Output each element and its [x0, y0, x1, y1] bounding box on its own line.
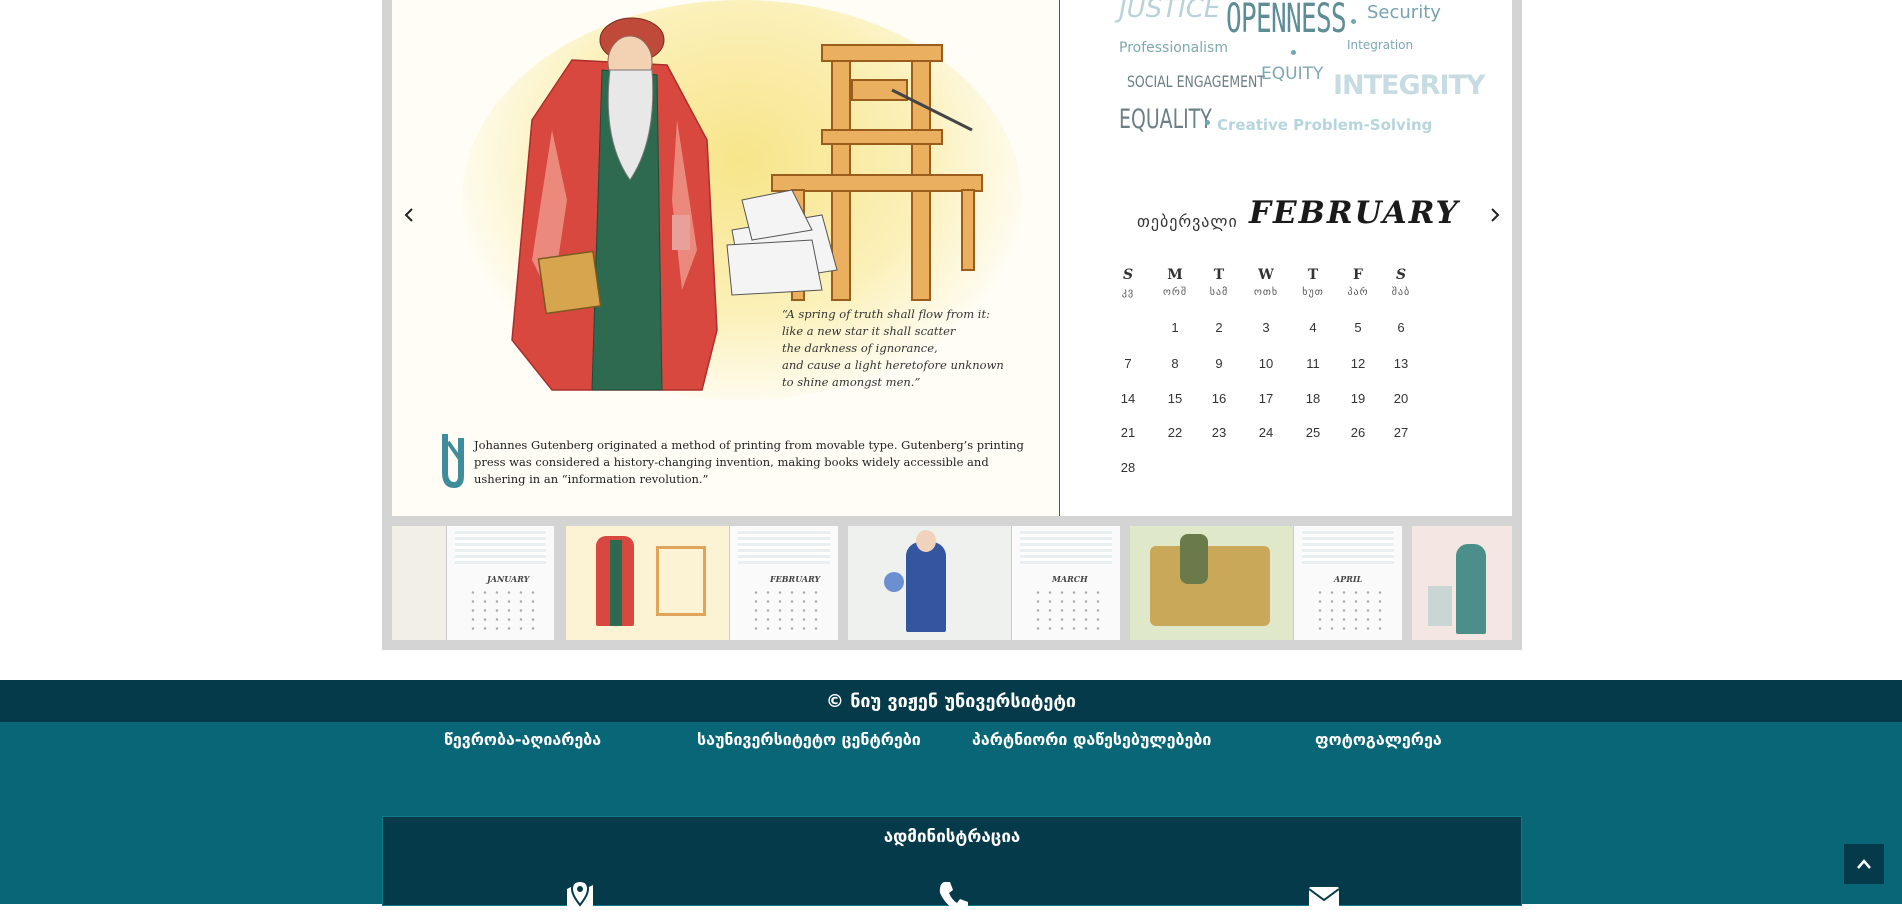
- calendar-day: 9: [1215, 356, 1223, 371]
- footer-link-partner-institutions[interactable]: პარტნიორი დაწესებულებები: [972, 730, 1211, 749]
- cloud-dot: [1291, 50, 1296, 55]
- weekday-header-georgian: ხუთ: [1302, 287, 1324, 298]
- university-logo-icon: [442, 434, 464, 488]
- back-to-top-button[interactable]: [1844, 844, 1884, 884]
- calendar-day: 4: [1309, 320, 1317, 335]
- thumbnail-month-label: JANUARY: [487, 574, 530, 584]
- thumbnail-april[interactable]: APRIL: [1130, 526, 1402, 640]
- calendar-day: 5: [1354, 320, 1362, 335]
- word-security: Security: [1367, 2, 1441, 23]
- word-social-engagement: SOCIAL ENGAGEMENT: [1127, 72, 1265, 91]
- weekday-header-georgian: კვ: [1121, 287, 1135, 298]
- thumbnail-month-label: APRIL: [1334, 574, 1363, 584]
- footer-link-university-centers[interactable]: საუნივერსიტეტო ცენტრები: [697, 730, 921, 749]
- calendar-day: 28: [1120, 460, 1136, 475]
- weekday-header: S: [1122, 267, 1134, 283]
- calendar-day: 3: [1262, 320, 1270, 335]
- copyright-bar: © ნიუ ვიჟენ უნივერსიტეტი: [0, 680, 1902, 722]
- phone-icon[interactable]: [936, 879, 970, 913]
- thumbnail-month-label: FEBRUARY: [770, 574, 821, 584]
- calendar-day: 27: [1393, 425, 1409, 440]
- calendar-day: 15: [1167, 391, 1183, 406]
- weekday-header-georgian: სამ: [1209, 287, 1229, 298]
- calendar-day: 2: [1215, 320, 1223, 335]
- thumbnail-strip: JANUARY FEBRUARY MARCH APRIL: [392, 526, 1512, 640]
- administration-title: ადმინისტრაცია: [883, 827, 1021, 847]
- calendar-day: 6: [1397, 320, 1405, 335]
- calendar-day: 19: [1350, 391, 1366, 406]
- weekday-header: F: [1353, 267, 1363, 283]
- calendar-day: 14: [1120, 391, 1136, 406]
- administration-section: ადმინისტრაცია: [382, 816, 1522, 913]
- slide-caption: Johannes Gutenberg originated a method o…: [474, 438, 1024, 486]
- weekday-header: S: [1395, 267, 1407, 283]
- gallery-slide: “A spring of truth shall flow from it: l…: [392, 0, 1512, 516]
- footer-link-photo-gallery[interactable]: ფოტოგალერეა: [1315, 730, 1442, 749]
- chevron-left-icon: [404, 208, 413, 222]
- calendar-day: 11: [1306, 356, 1320, 371]
- weekday-header: T: [1307, 267, 1319, 283]
- word-justice: JUSTICE: [1119, 0, 1221, 24]
- word-integration: Integration: [1347, 38, 1414, 52]
- calendar-gallery: “A spring of truth shall flow from it: l…: [382, 0, 1522, 650]
- calendar-day: 7: [1124, 356, 1132, 371]
- calendar-day: 1: [1171, 320, 1179, 335]
- month-name-english: FEBRUARY: [1249, 195, 1460, 231]
- map-marker-icon[interactable]: [563, 879, 597, 913]
- word-equity: EQUITY: [1261, 64, 1324, 84]
- chevron-right-icon: [1491, 208, 1500, 222]
- calendar-day: 22: [1167, 425, 1183, 440]
- calendar-day: 12: [1350, 356, 1366, 371]
- calendar-day: 20: [1393, 391, 1409, 406]
- chevron-up-icon: [1857, 859, 1871, 869]
- word-equality: EQUALITY: [1119, 104, 1212, 135]
- calendar-day: 18: [1305, 391, 1321, 406]
- weekday-header: M: [1167, 267, 1183, 283]
- month-name-georgian: თებერვალი: [1137, 212, 1238, 231]
- thumbnail-february[interactable]: FEBRUARY: [566, 526, 838, 640]
- weekday-header: T: [1213, 267, 1225, 283]
- thumbnail-may[interactable]: [1412, 526, 1512, 640]
- calendar-day: 10: [1258, 356, 1274, 371]
- calendar-day: 24: [1258, 425, 1274, 440]
- cloud-dot: [1351, 19, 1356, 24]
- slide-illustration-page: “A spring of truth shall flow from it: l…: [392, 0, 1060, 516]
- weekday-header-georgian: ოთხ: [1253, 287, 1279, 298]
- calendar-day: 26: [1350, 425, 1366, 440]
- calendar-day: 25: [1305, 425, 1321, 440]
- calendar-day: 8: [1171, 356, 1179, 371]
- calendar-day: 17: [1258, 391, 1274, 406]
- envelope-icon[interactable]: [1307, 879, 1341, 913]
- footer-link-membership[interactable]: წევრობა-აღიარება: [444, 730, 601, 749]
- word-creative-problem-solving: Creative Problem-Solving: [1217, 116, 1433, 134]
- copyright-text: © ნიუ ვიჟენ უნივერსიტეტი: [825, 690, 1077, 712]
- thumbnail-month-label: MARCH: [1052, 574, 1088, 584]
- word-integrity: INTEGRITY: [1333, 70, 1485, 101]
- word-professionalism: Professionalism: [1119, 40, 1228, 56]
- calendar-day: 16: [1211, 391, 1227, 406]
- calendar-day: 23: [1211, 425, 1227, 440]
- calendar-day: 13: [1393, 356, 1409, 371]
- calendar-day: 21: [1120, 425, 1136, 440]
- weekday-header-georgian: პარ: [1347, 287, 1369, 298]
- weekday-header: W: [1258, 267, 1274, 283]
- slide-calendar-page: JUSTICE OPENNESS Security Professionalis…: [1061, 0, 1512, 516]
- word-openness: OPENNESS: [1226, 0, 1347, 42]
- gutenberg-quote: “A spring of truth shall flow from it: l…: [782, 307, 1004, 389]
- thumbnail-january[interactable]: JANUARY: [392, 526, 554, 640]
- cloud-dot: [1205, 120, 1210, 125]
- weekday-header-georgian: ორშ: [1163, 287, 1187, 298]
- slide-prev-button[interactable]: [394, 200, 424, 230]
- slide-next-button[interactable]: [1480, 200, 1510, 230]
- thumbnail-march[interactable]: MARCH: [848, 526, 1120, 640]
- weekday-header-georgian: შაბ: [1391, 287, 1411, 298]
